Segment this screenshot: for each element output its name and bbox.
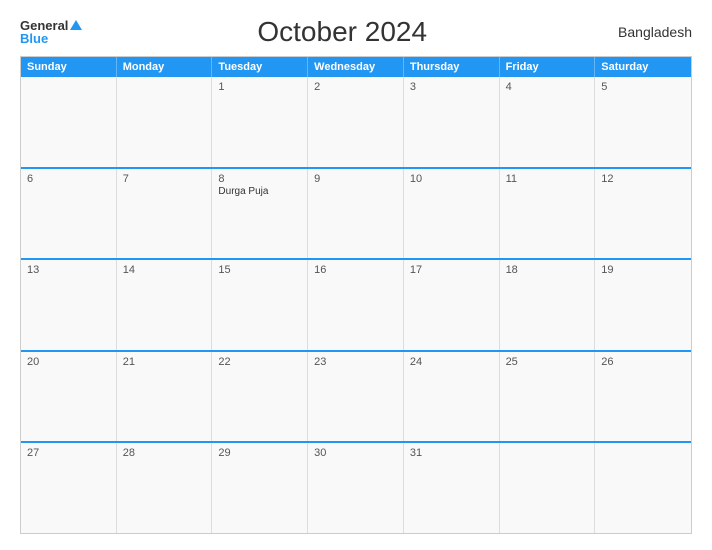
header-sunday: Sunday (21, 57, 117, 77)
day-number: 1 (218, 81, 301, 93)
cell-w3-d5: 17 (404, 260, 500, 350)
cell-w2-d3: 8Durga Puja (212, 169, 308, 259)
cell-w3-d4: 16 (308, 260, 404, 350)
day-number: 6 (27, 173, 110, 185)
cell-w1-d7: 5 (595, 77, 691, 167)
calendar-body: 12345678Durga Puja9101112131415161718192… (21, 77, 691, 533)
cell-w4-d6: 25 (500, 352, 596, 442)
cell-w5-d4: 30 (308, 443, 404, 533)
week-2: 678Durga Puja9101112 (21, 169, 691, 261)
page: General Blue October 2024 Bangladesh Sun… (0, 0, 712, 550)
cell-w2-d7: 12 (595, 169, 691, 259)
day-number: 18 (506, 264, 589, 276)
day-number: 22 (218, 356, 301, 368)
header-wednesday: Wednesday (308, 57, 404, 77)
cell-w1-d6: 4 (500, 77, 596, 167)
header-friday: Friday (500, 57, 596, 77)
day-number: 7 (123, 173, 206, 185)
day-number: 9 (314, 173, 397, 185)
day-number: 25 (506, 356, 589, 368)
cell-w1-d3: 1 (212, 77, 308, 167)
day-number: 29 (218, 447, 301, 459)
logo-blue-text: Blue (20, 32, 48, 45)
cell-w3-d7: 19 (595, 260, 691, 350)
cell-w5-d3: 29 (212, 443, 308, 533)
day-number: 2 (314, 81, 397, 93)
day-number: 28 (123, 447, 206, 459)
cell-w4-d1: 20 (21, 352, 117, 442)
cell-w4-d3: 22 (212, 352, 308, 442)
cell-w2-d4: 9 (308, 169, 404, 259)
week-1: 1 2 3 45 (21, 77, 691, 169)
country-label: Bangladesh (602, 24, 692, 40)
header: General Blue October 2024 Bangladesh (20, 16, 692, 48)
week-5: 27 28 29 30 31 (21, 443, 691, 533)
day-number: 11 (506, 173, 589, 185)
logo-triangle-icon (70, 20, 82, 30)
day-number: 26 (601, 356, 685, 368)
header-monday: Monday (117, 57, 213, 77)
cell-w1-d1 (21, 77, 117, 167)
cell-w5-d5: 31 (404, 443, 500, 533)
week-4: 20 21 22 23 24 25 26 (21, 352, 691, 444)
day-number: 8 (218, 173, 301, 185)
cell-w5-d6 (500, 443, 596, 533)
day-number: 16 (314, 264, 397, 276)
cell-w2-d6: 11 (500, 169, 596, 259)
day-number: 30 (314, 447, 397, 459)
day-number: 17 (410, 264, 493, 276)
calendar-header: Sunday Monday Tuesday Wednesday Thursday… (21, 57, 691, 77)
cell-w2-d5: 10 (404, 169, 500, 259)
week-3: 13 14 15 16 17 18 19 (21, 260, 691, 352)
cell-w3-d2: 14 (117, 260, 213, 350)
cell-w4-d2: 21 (117, 352, 213, 442)
day-number: 5 (601, 81, 685, 93)
cell-w5-d1: 27 (21, 443, 117, 533)
day-number: 31 (410, 447, 493, 459)
calendar-title: October 2024 (82, 16, 602, 48)
cell-w4-d7: 26 (595, 352, 691, 442)
day-number: 14 (123, 264, 206, 276)
day-number: 27 (27, 447, 110, 459)
cell-w1-d4: 2 (308, 77, 404, 167)
day-number: 20 (27, 356, 110, 368)
day-number: 12 (601, 173, 685, 185)
cell-w3-d3: 15 (212, 260, 308, 350)
day-number: 4 (506, 81, 589, 93)
logo: General Blue (20, 19, 82, 45)
event-label: Durga Puja (218, 186, 268, 197)
day-number: 24 (410, 356, 493, 368)
header-saturday: Saturday (595, 57, 691, 77)
cell-w5-d2: 28 (117, 443, 213, 533)
day-number: 15 (218, 264, 301, 276)
day-number: 23 (314, 356, 397, 368)
day-number: 19 (601, 264, 685, 276)
cell-w3-d1: 13 (21, 260, 117, 350)
cell-w1-d5: 3 (404, 77, 500, 167)
cell-w2-d2: 7 (117, 169, 213, 259)
cell-w3-d6: 18 (500, 260, 596, 350)
cell-w1-d2 (117, 77, 213, 167)
cell-w4-d4: 23 (308, 352, 404, 442)
day-number: 13 (27, 264, 110, 276)
cell-w5-d7 (595, 443, 691, 533)
cell-w2-d1: 6 (21, 169, 117, 259)
cell-w4-d5: 24 (404, 352, 500, 442)
day-number: 10 (410, 173, 493, 185)
header-thursday: Thursday (404, 57, 500, 77)
header-tuesday: Tuesday (212, 57, 308, 77)
day-number: 3 (410, 81, 493, 93)
calendar: Sunday Monday Tuesday Wednesday Thursday… (20, 56, 692, 534)
day-number: 21 (123, 356, 206, 368)
